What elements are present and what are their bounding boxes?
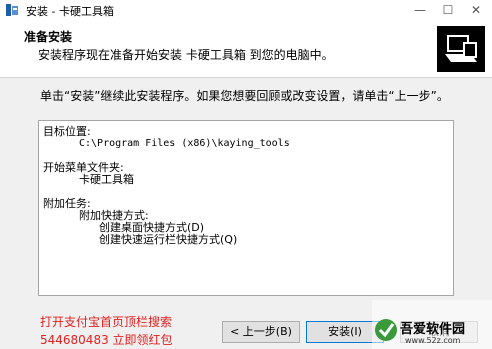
- page-title: 准备安装: [24, 30, 73, 44]
- task-quicklaunch-shortcut: 创建快速运行栏快捷方式(Q): [99, 233, 238, 246]
- maximize-button[interactable]: ☐: [438, 2, 458, 18]
- instruction-text: 单击“安装”继续此安装程序。如果您想要回顾或改变设置，请单击“上一步”。: [40, 89, 449, 103]
- window-title: 安装 - 卡硬工具箱: [26, 5, 114, 18]
- installer-icon: [6, 4, 18, 16]
- computer-box-icon: [437, 26, 485, 72]
- close-button[interactable]: ✕: [466, 2, 486, 18]
- dest-path: C:\Program Files (x86)\kaying_tools: [79, 138, 290, 149]
- ready-memo[interactable]: 目标位置: C:\Program Files (x86)\kaying_tool…: [38, 120, 454, 296]
- page-subtitle: 安装程序现在准备开始安装 卡硬工具箱 到您的电脑中。: [38, 48, 334, 62]
- ad-line-1: 打开支付宝首页顶栏搜索: [40, 315, 173, 329]
- back-button[interactable]: < 上一步(B): [222, 321, 300, 343]
- dest-label: 目标位置:: [43, 125, 91, 138]
- minimize-button[interactable]: —: [410, 2, 430, 18]
- title-bar: 安装 - 卡硬工具箱 — ☐ ✕: [0, 0, 492, 20]
- wizard-header: 准备安装 安装程序现在准备开始安装 卡硬工具箱 到您的电脑中。: [0, 20, 492, 78]
- start-menu-value: 卡硬工具箱: [79, 173, 134, 186]
- watermark-url: www.52z.com: [405, 336, 461, 345]
- watermark-text: 吾爱软件园: [400, 322, 466, 337]
- ad-line-2: 544680483 立即领红包: [40, 333, 173, 347]
